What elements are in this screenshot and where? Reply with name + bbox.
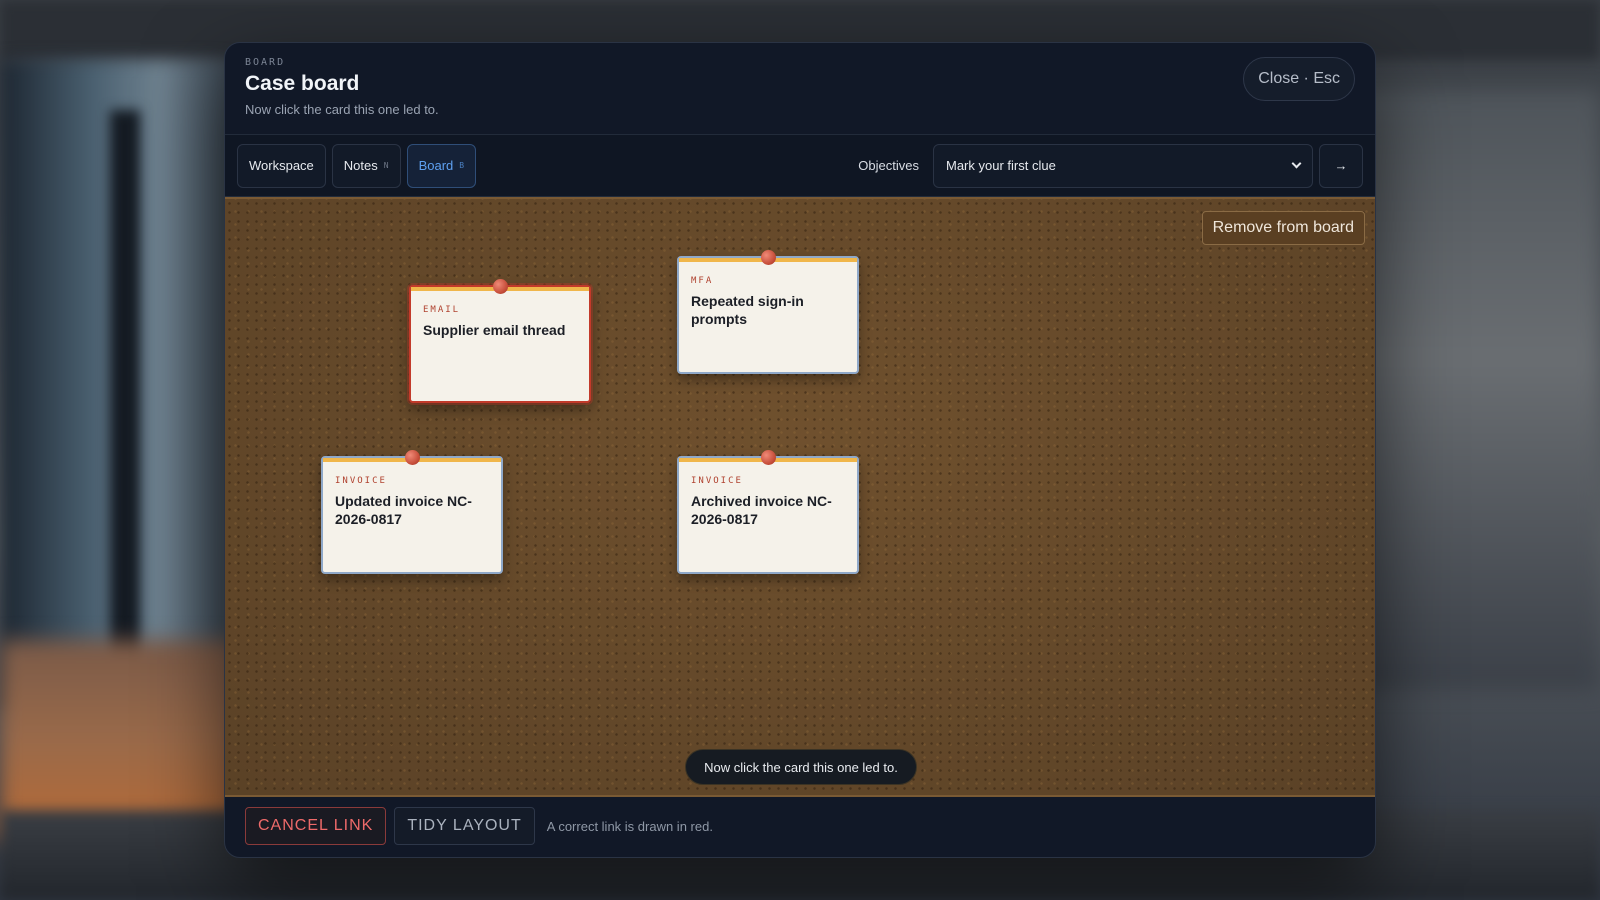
objectives-go-button[interactable]: → <box>1319 143 1363 188</box>
pin-icon <box>761 250 776 265</box>
chevron-down-icon <box>1291 158 1302 169</box>
tab-workspace[interactable]: Workspace <box>237 143 326 188</box>
shortcut-hint: N <box>383 161 389 170</box>
pin-icon <box>405 450 420 465</box>
objectives-select[interactable]: Mark your first clue <box>933 143 1313 188</box>
tab-label: Board <box>418 158 454 173</box>
clue-card[interactable]: EMAIL Supplier email thread <box>409 279 591 403</box>
card-tag: MFA <box>691 276 714 286</box>
instruction-toast: Now click the card this one led to. <box>685 749 917 785</box>
toolbar: Workspace Notes N Board B Objectives Mar… <box>225 135 1375 197</box>
tab-label: Notes <box>343 158 378 173</box>
tab-board[interactable]: Board B <box>406 143 477 188</box>
pin-icon <box>493 279 508 294</box>
card-title: Repeated sign-in prompts <box>691 293 804 327</box>
card-tag: INVOICE <box>335 476 387 486</box>
arrow-right-icon: → <box>1334 158 1348 173</box>
dialog-subtitle: Now click the card this one led to. <box>245 102 439 117</box>
footer-hint: A correct link is drawn in red. <box>546 818 713 834</box>
tab-notes[interactable]: Notes N <box>331 143 401 188</box>
tab-label: Workspace <box>249 158 314 173</box>
case-board-dialog: BOARD Case board Now click the card this… <box>224 42 1376 858</box>
cork-board[interactable]: Remove from board EMAIL Supplier email t… <box>225 197 1375 797</box>
clue-card[interactable]: INVOICE Archived invoice NC-2026-0817 <box>677 450 859 574</box>
objectives-label: Objectives <box>858 158 919 173</box>
card-title: Archived invoice NC-2026-0817 <box>691 493 832 527</box>
card-title: Supplier email thread <box>423 322 566 338</box>
tidy-layout-button[interactable]: TIDY LAYOUT <box>394 807 535 845</box>
clue-card[interactable]: MFA Repeated sign-in prompts <box>677 250 859 374</box>
card-tag: INVOICE <box>691 476 743 486</box>
dialog-footer: CANCEL LINK TIDY LAYOUT A correct link i… <box>225 795 1375 857</box>
card-title: Updated invoice NC-2026-0817 <box>335 493 472 527</box>
close-button[interactable]: Close · Esc <box>1243 57 1355 101</box>
pin-icon <box>761 450 776 465</box>
dialog-title: Case board <box>245 72 360 95</box>
clue-card[interactable]: INVOICE Updated invoice NC-2026-0817 <box>321 450 503 574</box>
shortcut-hint: B <box>459 161 465 170</box>
dialog-eyebrow: BOARD <box>245 57 286 68</box>
remove-from-board-button[interactable]: Remove from board <box>1201 211 1365 245</box>
objectives-selected-value: Mark your first clue <box>946 158 1056 173</box>
dialog-header: BOARD Case board Now click the card this… <box>225 43 1375 135</box>
card-tag: EMAIL <box>423 305 461 315</box>
cancel-link-button[interactable]: CANCEL LINK <box>245 807 387 845</box>
